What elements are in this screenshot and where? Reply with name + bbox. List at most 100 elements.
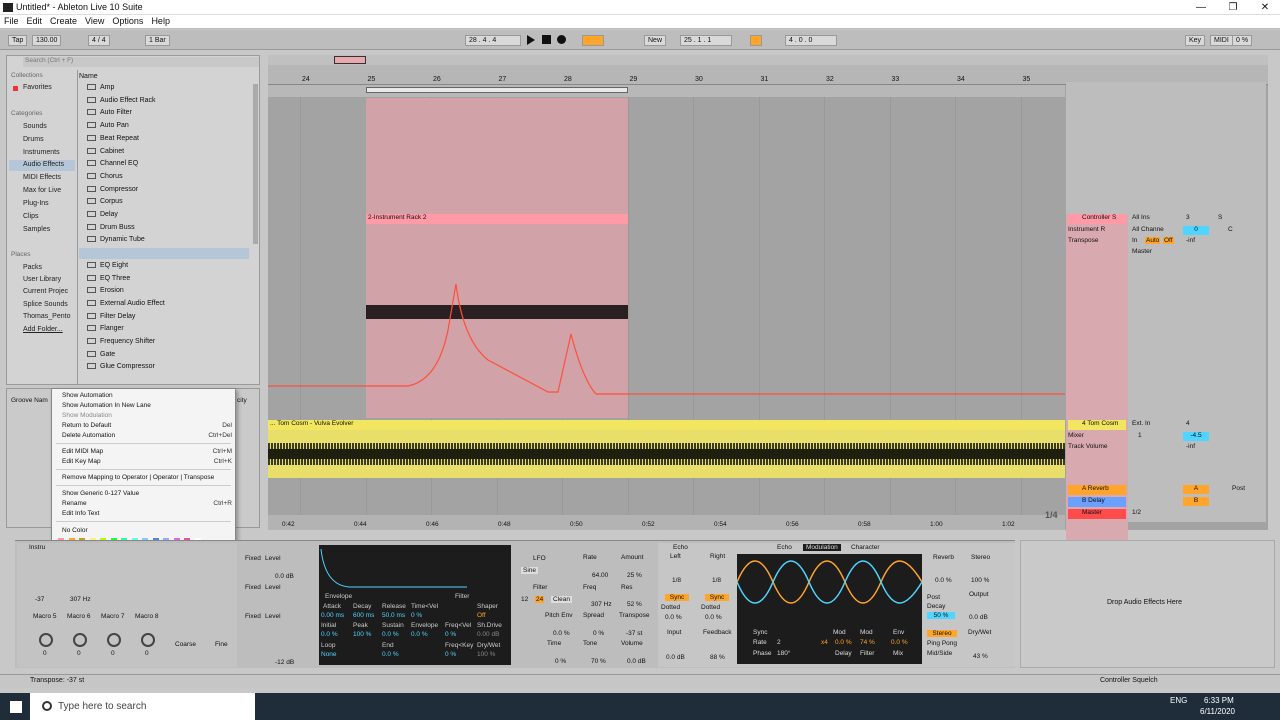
reverb-value[interactable]: 0.0 % <box>935 577 952 584</box>
track-b-delay[interactable]: B Delay <box>1068 497 1126 507</box>
pingpong-mode-button[interactable]: Ping Pong <box>927 640 957 647</box>
browser-item[interactable]: Drum Buss <box>87 223 135 231</box>
audio-waveform[interactable] <box>268 430 1065 478</box>
menu-edit-info-text[interactable]: Edit Info Text <box>62 510 99 517</box>
menu-file[interactable]: File <box>0 15 23 27</box>
menu-edit-key-map[interactable]: Edit Key Map <box>62 458 101 465</box>
volume-value[interactable]: 0.0 dB <box>627 658 646 665</box>
filter-circuit[interactable]: Clean <box>551 596 572 603</box>
release-value[interactable]: 50.0 ms <box>382 612 405 619</box>
volume-field[interactable]: 0 <box>1183 226 1209 235</box>
browser-scrollbar[interactable] <box>253 84 258 244</box>
menu-options[interactable]: Options <box>108 15 147 27</box>
echo-offset-left[interactable]: 0.0 % <box>665 614 682 621</box>
close-button[interactable]: ✕ <box>1250 0 1280 15</box>
menu-edit-midi-map[interactable]: Edit MIDI Map <box>62 448 103 455</box>
meter-field[interactable]: 4 / 4 <box>88 35 110 46</box>
character-tab[interactable]: Character <box>851 544 880 551</box>
echo-sync-right[interactable]: Sync <box>705 594 729 601</box>
monitor-off[interactable]: Off <box>1163 237 1174 244</box>
overview-viewport[interactable] <box>334 56 366 64</box>
macro-8-knob[interactable] <box>141 633 155 647</box>
track-a-reverb[interactable]: A Reverb <box>1068 485 1126 495</box>
menu-show-generic[interactable]: Show Generic 0-127 Value <box>62 490 139 497</box>
lfo-waveform[interactable]: Sine <box>521 567 539 574</box>
timevel-value[interactable]: 0 % <box>411 612 422 619</box>
tone-value[interactable]: 70 % <box>591 658 606 665</box>
macro-6-knob[interactable] <box>73 633 87 647</box>
pitchenv-value[interactable]: 0.0 % <box>553 630 570 637</box>
peak-value[interactable]: 100 % <box>353 631 371 638</box>
menu-delete-automation[interactable]: Delete Automation <box>62 432 115 439</box>
decay-value[interactable]: 600 ms <box>353 612 374 619</box>
browser-item[interactable]: Glue Compressor <box>87 363 155 370</box>
time-ruler[interactable]: 0:42 0:44 0:46 0:48 0:50 0:52 0:54 0:56 0:58 1:00… <box>268 515 1065 530</box>
key-map-button[interactable]: Key <box>1185 35 1206 46</box>
sidebar-item-packs[interactable]: Packs <box>23 264 42 271</box>
midside-mode-button[interactable]: Mid/Side <box>927 650 952 657</box>
loop-switch-icon[interactable] <box>750 35 762 46</box>
input-channel-2[interactable]: 1 <box>1138 432 1142 439</box>
taskbar-search[interactable]: Type here to search <box>30 693 255 720</box>
browser-item[interactable]: Chorus <box>87 172 123 180</box>
sidebar-item-midi-effects[interactable]: MIDI Effects <box>23 174 61 181</box>
browser-item[interactable]: Erosion <box>87 287 124 294</box>
sidebar-item-max-for-live[interactable]: Max for Live <box>23 187 61 194</box>
sidebar-item-splice-sounds[interactable]: Splice Sounds <box>23 301 68 308</box>
sidebar-item-samples[interactable]: Samples <box>23 226 50 233</box>
filter-tab[interactable]: Filter <box>455 593 469 600</box>
macro-7-knob[interactable] <box>107 633 121 647</box>
browser-item[interactable]: EQ Three <box>87 274 130 282</box>
browser-item[interactable]: Auto Pan <box>87 122 129 129</box>
echo-mode-right[interactable]: Dotted <box>701 604 720 611</box>
browser-item[interactable]: Amp <box>87 84 114 91</box>
mod-delay-value[interactable]: 0.0 % <box>835 639 852 646</box>
new-button[interactable]: New <box>644 35 667 46</box>
mod-rate-value[interactable]: 2 <box>777 639 781 646</box>
browser-item[interactable]: EQ Eight <box>87 261 128 269</box>
slope-24[interactable]: 24 <box>535 596 545 603</box>
audio-clip-header[interactable]: ... Tom Cosm - Vulva Evolver <box>268 420 1065 430</box>
sidebar-item-plug-ins[interactable]: Plug-Ins <box>23 200 49 207</box>
sidebar-item-thomas[interactable]: Thomas_Pento <box>23 313 70 320</box>
shaper-value[interactable]: Off <box>477 612 486 619</box>
filter-res-value[interactable]: 52 % <box>627 601 642 608</box>
midi-clip-header[interactable]: 2-Instrument Rack 2 <box>366 214 628 224</box>
envelope-graph[interactable] <box>319 545 511 595</box>
drywet-value[interactable]: 100 % <box>477 651 495 658</box>
sidebar-item-current-project[interactable]: Current Projec <box>23 288 68 295</box>
loop-length-field[interactable]: 4 . 0 . 0 <box>785 35 837 46</box>
browser-item[interactable]: External Audio Effect <box>87 299 165 307</box>
midi-map-button[interactable]: MIDI <box>1210 35 1233 46</box>
menu-help[interactable]: Help <box>147 15 174 27</box>
maximize-button[interactable]: ❐ <box>1218 0 1248 15</box>
browser-item[interactable]: Auto Filter <box>87 109 132 116</box>
menu-view[interactable]: View <box>81 15 108 27</box>
macro-5-knob[interactable] <box>39 633 53 647</box>
send-b-button[interactable]: B <box>1183 497 1209 506</box>
browser-item[interactable]: Audio Effect Rack <box>87 96 156 104</box>
browser-item[interactable]: Beat Repeat <box>87 134 139 142</box>
sidebar-item-audio-effects[interactable]: Audio Effects <box>23 161 64 168</box>
windows-start-icon[interactable] <box>10 701 22 713</box>
filter-freq-value[interactable]: 307 Hz <box>591 601 612 608</box>
loop-value[interactable]: None <box>321 651 337 658</box>
sidebar-item-drums[interactable]: Drums <box>23 136 44 143</box>
drop-zone[interactable]: Drop Audio Effects Here <box>1020 540 1275 668</box>
freqvel-value[interactable]: 0 % <box>445 631 456 638</box>
track-tom-cosm[interactable]: 4 Tom Cosm <box>1068 420 1126 430</box>
stereo-value[interactable]: 100 % <box>971 577 989 584</box>
menu-edit[interactable]: Edit <box>23 15 47 27</box>
grid-zoom[interactable]: 1/4 <box>1045 510 1058 520</box>
echo-offset-right[interactable]: 0.0 % <box>705 614 722 621</box>
reverb-position[interactable]: Post <box>927 594 940 601</box>
browser-item[interactable]: Dynamic Tube <box>87 236 145 243</box>
lfo-amount-value[interactable]: 25 % <box>627 572 642 579</box>
track-controller-s[interactable]: Controller S <box>1068 214 1126 224</box>
menu-no-color[interactable]: No Color <box>62 527 88 534</box>
browser-item[interactable]: Frequency Shifter <box>87 338 155 345</box>
track-master[interactable]: Master <box>1068 509 1126 519</box>
menu-rename[interactable]: Rename <box>62 500 87 507</box>
browser-item[interactable]: Cabinet <box>87 147 124 155</box>
input-channel[interactable]: All Channe <box>1132 226 1164 233</box>
